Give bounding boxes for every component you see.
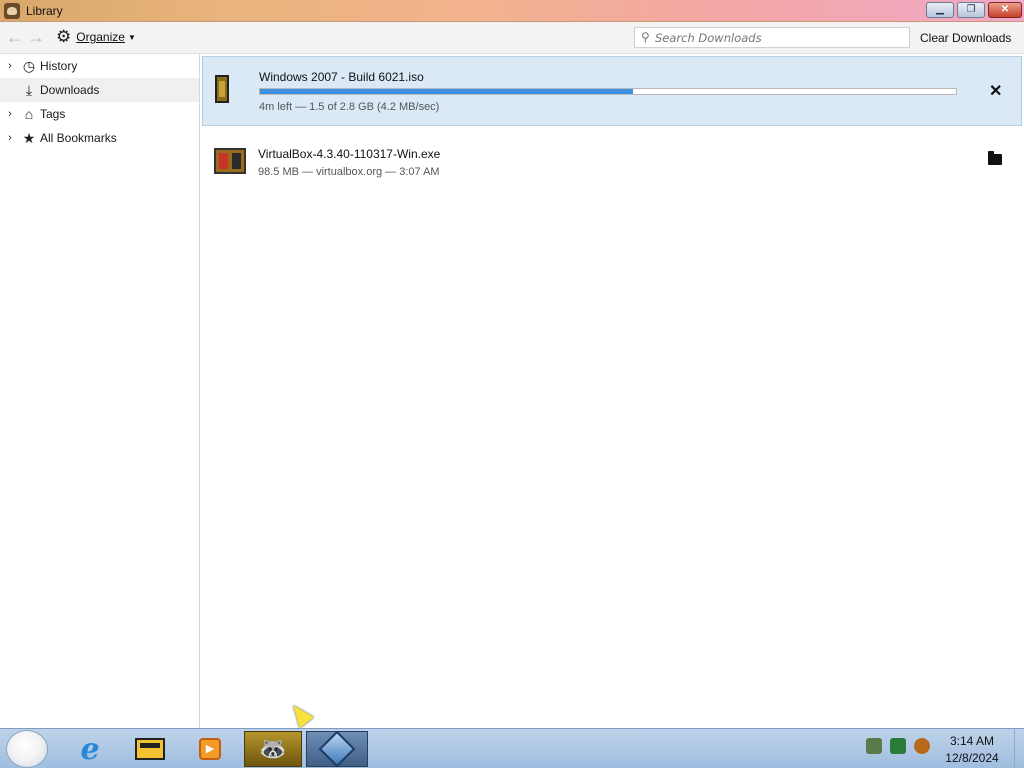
sidebar-item-label: All Bookmarks [40,131,117,145]
firefox-app-icon [4,3,20,19]
back-button[interactable]: ← [6,27,24,48]
taskbar-media-player[interactable]: ▶ [184,731,236,767]
sidebar-item-label: Tags [40,107,66,121]
organize-menu-button[interactable]: ⚙ Organize ▼ [56,27,136,46]
organize-label: Organize [76,30,125,44]
download-status: 98.5 MB — virtualbox.org — 3:07 AM [258,166,440,178]
restore-icon: ❐ [966,4,976,15]
sidebar-item-label: Downloads [40,83,100,97]
file-explorer-icon [135,738,165,760]
library-sidebar: › ◷ History ⤓ Downloads › ⌂ Tags › ★ All… [0,54,200,728]
show-desktop-button[interactable] [1014,729,1024,768]
taskbar-virtualbox[interactable] [306,730,368,768]
search-box[interactable]: ⚲ [634,27,910,48]
gear-icon: ⚙ [56,27,72,46]
clock-time[interactable]: 3:14 AM [940,734,1004,748]
tag-icon: ⌂ [24,106,34,122]
volume-tray-icon[interactable] [914,738,930,754]
expand-chevron-icon[interactable]: › [0,60,20,72]
title-bar: Library ▁ ❐ ✕ [0,0,1024,22]
taskbar: e ▶ 🦝 3:14 AM 12/8/2024 [0,728,1024,768]
internet-explorer-icon: e [80,731,100,767]
minimize-icon: ▁ [936,4,944,15]
minimize-button[interactable]: ▁ [926,2,954,18]
download-progress-fill [260,89,634,94]
download-filename: VirtualBox-4.3.40-110317-Win.exe [258,147,441,161]
toolbar: ← → ⚙ Organize ▼ ⚲ Clear Downloads [0,22,1024,54]
network-tray-icon[interactable] [890,738,906,754]
sidebar-item-tags[interactable]: › ⌂ Tags [0,102,199,126]
download-progress-bar [259,88,957,95]
cancel-icon: ✕ [989,83,1003,100]
exe-file-icon [214,148,246,174]
sidebar-item-downloads[interactable]: ⤓ Downloads [0,78,199,102]
close-icon: ✕ [1000,4,1010,15]
open-folder-button[interactable] [988,151,1002,165]
virtualbox-icon [318,730,356,768]
sidebar-item-history[interactable]: › ◷ History [0,54,199,78]
star-icon: ★ [22,129,36,146]
clear-downloads-button[interactable]: Clear Downloads [920,31,1011,45]
downloads-list: Windows 2007 - Build 6021.iso 4m left — … [200,54,1024,728]
download-status: 4m left — 1.5 of 2.8 GB (4.2 MB/sec) [259,101,440,113]
arrow-left-icon: ← [6,27,24,47]
cancel-download-button[interactable]: ✕ [989,81,1002,101]
restore-button[interactable]: ❐ [957,2,985,18]
sidebar-item-label: History [40,59,78,73]
download-item[interactable]: VirtualBox-4.3.40-110317-Win.exe 98.5 MB… [202,134,1022,190]
clock-icon: ◷ [22,57,36,74]
search-downloads-input[interactable] [655,29,905,46]
start-button[interactable] [6,730,48,768]
sidebar-item-all-bookmarks[interactable]: › ★ All Bookmarks [0,126,199,150]
firefox-icon: 🦝 [259,736,287,761]
media-player-icon: ▶ [199,738,221,760]
iso-file-icon [215,75,229,103]
dropdown-caret-icon: ▼ [127,32,136,42]
expand-chevron-icon[interactable]: › [0,108,20,120]
forward-button[interactable]: → [27,27,45,48]
arrow-right-icon: → [27,27,45,47]
security-tray-icon[interactable] [866,738,882,754]
clock-date[interactable]: 12/8/2024 [940,751,1004,765]
window-title: Library [26,4,63,18]
taskbar-firefox[interactable]: 🦝 [244,731,302,767]
expand-chevron-icon[interactable]: › [0,132,20,144]
download-filename: Windows 2007 - Build 6021.iso [259,70,424,84]
download-icon: ⤓ [25,81,33,98]
close-button[interactable]: ✕ [988,2,1022,18]
taskbar-internet-explorer[interactable]: e [64,731,116,767]
search-icon: ⚲ [641,30,650,44]
download-item[interactable]: Windows 2007 - Build 6021.iso 4m left — … [202,56,1022,126]
taskbar-file-explorer[interactable] [124,731,176,767]
